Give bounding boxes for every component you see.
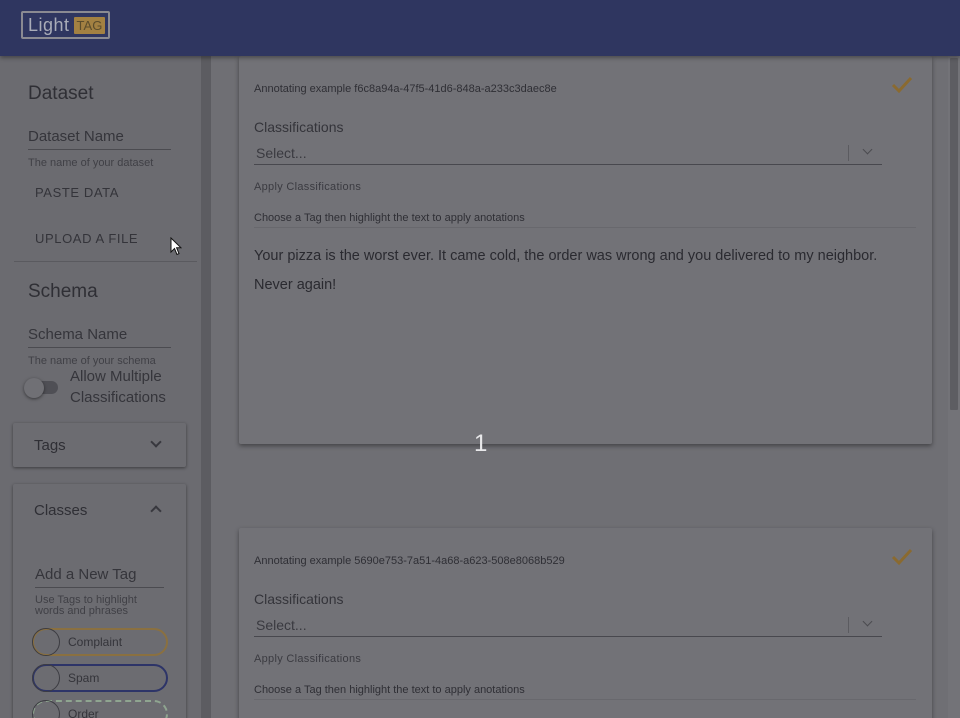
select-separator (848, 145, 849, 161)
dataset-name-field[interactable]: Dataset Name (28, 128, 124, 145)
example-header: Annotating example f6c8a94a-47f5-41d6-84… (254, 83, 557, 95)
example-index-label: 1 (474, 430, 488, 457)
example-header: Annotating example 5690e753-7a51-4a68-a6… (254, 555, 565, 567)
chevron-up-icon[interactable] (150, 505, 162, 517)
select-placeholder: Select... (256, 145, 307, 161)
classification-select[interactable]: Select... (254, 615, 882, 637)
example-card: Annotating example 5690e753-7a51-4a68-a6… (239, 528, 932, 718)
schema-name-field[interactable]: Schema Name (28, 326, 127, 343)
classification-select[interactable]: Select... (254, 143, 882, 165)
sidebar-divider (201, 56, 211, 718)
class-chip-complaint[interactable]: Complaint (32, 628, 168, 656)
chip-circle-icon (32, 700, 60, 718)
class-chip-spam[interactable]: Spam (32, 664, 168, 692)
chevron-down-icon[interactable] (150, 436, 162, 448)
class-chip-order[interactable]: Order (32, 700, 168, 718)
upload-file-button[interactable]: UPLOAD A FILE (35, 231, 138, 246)
example-text[interactable]: Your pizza is the worst ever. It came co… (254, 242, 904, 300)
chip-label: Spam (68, 671, 100, 685)
add-new-tag-helper: Use Tags to highlight words and phrases (35, 594, 137, 617)
instruction-divider (254, 227, 916, 228)
select-placeholder: Select... (256, 617, 307, 633)
chip-label: Order (68, 707, 99, 718)
select-separator (848, 617, 849, 633)
sidebar-divider-line (14, 261, 197, 262)
instruction-divider (254, 699, 916, 700)
check-icon[interactable] (891, 76, 913, 94)
logo-light-text: Light (28, 14, 70, 35)
dataset-name-helper: The name of your dataset (28, 157, 154, 169)
schema-section-title: Schema (28, 281, 98, 302)
apply-classifications-label: Apply Classifications (254, 653, 362, 665)
logo-tag-text: TAG (73, 16, 106, 34)
chip-label: Complaint (68, 635, 123, 649)
apply-classifications-label: Apply Classifications (254, 181, 362, 193)
add-new-tag-underline (35, 587, 164, 588)
tag-instruction: Choose a Tag then highlight the text to … (254, 684, 525, 696)
add-new-tag-field[interactable]: Add a New Tag (35, 566, 136, 583)
paste-data-button[interactable]: PASTE DATA (35, 185, 119, 200)
chevron-down-icon[interactable] (862, 616, 873, 627)
example-card: Annotating example f6c8a94a-47f5-41d6-84… (239, 56, 932, 444)
app-bar: Light TAG (0, 0, 960, 56)
tags-panel-title: Tags (34, 437, 66, 454)
multiple-classifications-label: Allow Multiple Classifications (70, 368, 166, 406)
classes-panel-title[interactable]: Classes (34, 502, 87, 519)
classifications-label: Classifications (254, 119, 344, 135)
chip-circle-icon (32, 628, 60, 656)
app-logo[interactable]: Light TAG (21, 11, 110, 39)
chevron-down-icon[interactable] (862, 144, 873, 155)
chip-circle-icon (32, 664, 60, 692)
tag-instruction: Choose a Tag then highlight the text to … (254, 212, 525, 224)
toggle-thumb[interactable] (24, 378, 44, 398)
check-icon[interactable] (891, 548, 913, 566)
classifications-label: Classifications (254, 591, 344, 607)
dataset-name-underline (28, 149, 171, 150)
scrollbar-thumb[interactable] (950, 58, 958, 410)
dataset-section-title: Dataset (28, 83, 94, 104)
mouse-cursor-icon (170, 237, 182, 256)
tags-panel[interactable]: Tags (13, 423, 186, 467)
schema-name-underline (28, 347, 171, 348)
